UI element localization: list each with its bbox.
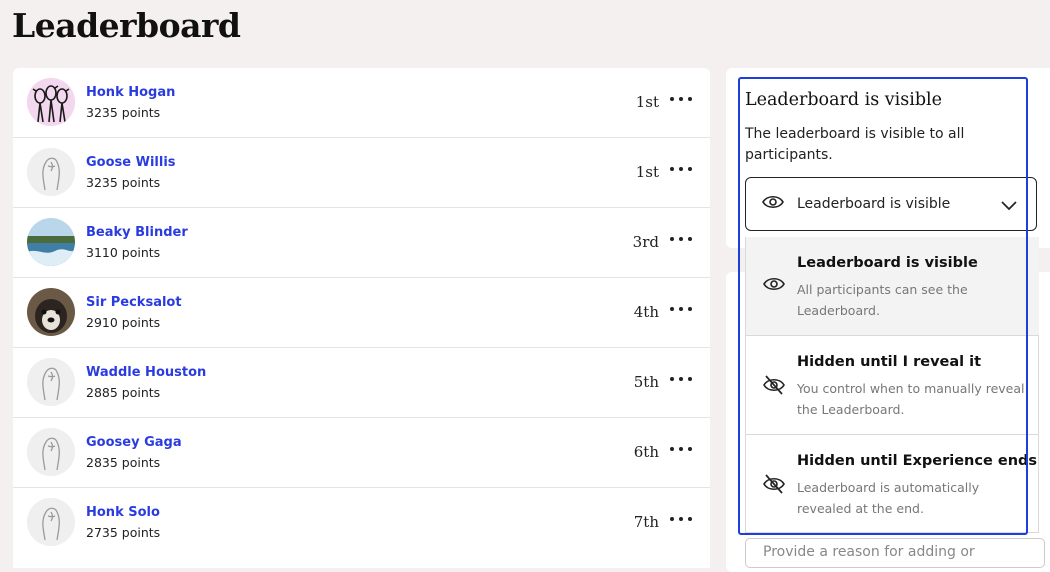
participant-points: 2835 points <box>86 455 161 470</box>
leaderboard-row: Honk Solo 2735 points 7th <box>13 488 710 558</box>
participant-points: 3110 points <box>86 245 161 260</box>
more-options-button[interactable] <box>670 369 692 389</box>
option-title: Hidden until Experience ends <box>797 453 1038 469</box>
more-options-button[interactable] <box>670 299 692 319</box>
participant-name[interactable]: Waddle Houston <box>86 365 206 380</box>
option-description: Leaderboard is automatically revealed at… <box>797 480 980 516</box>
participant-name[interactable]: Sir Pecksalot <box>86 295 182 310</box>
option-hidden-until-reveal[interactable]: Hidden until I reveal it You control whe… <box>746 336 1039 435</box>
page-title: Leaderboard <box>12 6 241 45</box>
participant-rank: 1st <box>635 163 659 181</box>
avatar <box>27 218 75 266</box>
visibility-select[interactable]: Leaderboard is visible <box>745 177 1037 231</box>
participant-rank: 7th <box>633 513 659 531</box>
avatar <box>27 288 75 336</box>
participant-points: 2735 points <box>86 525 161 540</box>
leaderboard-row: Honk Hogan 3235 points 1st <box>13 68 710 138</box>
option-visible[interactable]: Leaderboard is visible All participants … <box>746 237 1039 336</box>
more-options-button[interactable] <box>670 439 692 459</box>
eye-off-icon <box>763 474 785 498</box>
participant-points: 2885 points <box>86 385 161 400</box>
participant-rank: 6th <box>633 443 659 461</box>
leaderboard-row: Sir Pecksalot 2910 points 4th <box>13 278 710 348</box>
avatar <box>27 498 75 546</box>
participant-name[interactable]: Honk Hogan <box>86 85 175 100</box>
participant-rank: 3rd <box>632 233 659 251</box>
leaderboard-row: Goose Willis 3235 points 1st <box>13 138 710 208</box>
more-options-button[interactable] <box>670 159 692 179</box>
participant-points: 2910 points <box>86 315 161 330</box>
participant-rank: 4th <box>633 303 659 321</box>
option-title: Leaderboard is visible <box>797 255 978 271</box>
participant-points: 3235 points <box>86 105 161 120</box>
option-title: Hidden until I reveal it <box>797 354 982 370</box>
avatar <box>27 148 75 196</box>
option-hidden-until-end[interactable]: Hidden until Experience ends Leaderboard… <box>746 435 1039 534</box>
leaderboard-row: Goosey Gaga 2835 points 6th <box>13 418 710 488</box>
more-options-button[interactable] <box>670 89 692 109</box>
participant-name[interactable]: Goose Willis <box>86 155 176 170</box>
leaderboard-row: Beaky Blinder 3110 points 3rd <box>13 208 710 278</box>
participant-rank: 5th <box>633 373 659 391</box>
more-options-button[interactable] <box>670 509 692 529</box>
participant-name[interactable]: Honk Solo <box>86 505 160 520</box>
leaderboard-list: Honk Hogan 3235 points 1st Goose Willis … <box>13 68 710 568</box>
visibility-dropdown-menu: Leaderboard is visible All participants … <box>745 237 1039 533</box>
avatar <box>27 78 75 126</box>
more-options-button[interactable] <box>670 229 692 249</box>
visibility-title: Leaderboard is visible <box>745 90 942 110</box>
avatar <box>27 358 75 406</box>
reason-input[interactable]: Provide a reason for adding or <box>745 538 1045 568</box>
leaderboard-row: Waddle Houston 2885 points 5th <box>13 348 710 418</box>
option-description: All participants can see the Leaderboard… <box>797 282 968 318</box>
participant-name[interactable]: Beaky Blinder <box>86 225 188 240</box>
visibility-select-value: Leaderboard is visible <box>797 196 951 212</box>
visibility-description: The leaderboard is visible to all partic… <box>745 126 965 163</box>
option-description: You control when to manually reveal the … <box>797 381 1025 417</box>
chevron-down-icon <box>1000 196 1018 215</box>
participant-rank: 1st <box>635 93 659 111</box>
eye-icon <box>763 276 785 296</box>
participant-name[interactable]: Goosey Gaga <box>86 435 182 450</box>
avatar <box>27 428 75 476</box>
eye-off-icon <box>763 375 785 399</box>
participant-points: 3235 points <box>86 175 161 190</box>
eye-icon <box>762 194 784 214</box>
